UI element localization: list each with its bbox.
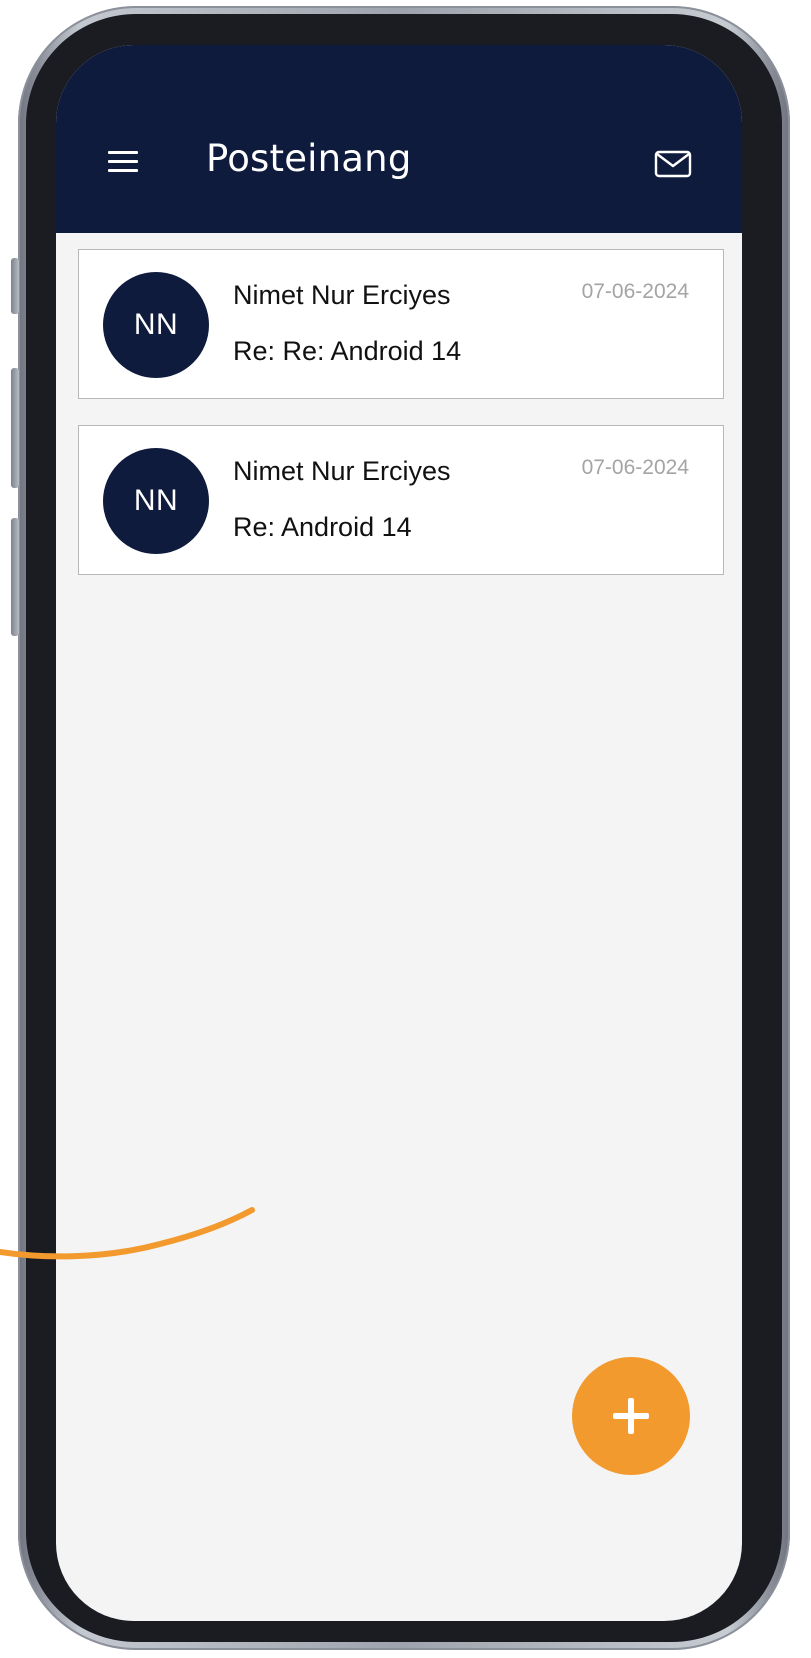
plus-icon bbox=[613, 1398, 649, 1434]
app-bar: Posteinang bbox=[56, 45, 742, 233]
envelope-icon[interactable] bbox=[654, 149, 692, 179]
avatar: NN bbox=[103, 272, 209, 378]
avatar: NN bbox=[103, 448, 209, 554]
message-list-item[interactable]: NN Nimet Nur Erciyes Re: Re: Android 14 … bbox=[78, 249, 724, 399]
volume-down-button bbox=[11, 368, 19, 488]
phone-screen: Posteinang NN Nimet Nur Erciyes Re: Re: … bbox=[56, 45, 742, 1621]
message-subject: Re: Re: Android 14 bbox=[233, 336, 462, 366]
power-button bbox=[11, 518, 19, 636]
compose-fab-button[interactable] bbox=[572, 1357, 690, 1475]
hamburger-menu-icon[interactable] bbox=[106, 149, 140, 175]
page-title: Posteinang bbox=[206, 137, 412, 180]
message-sender: Nimet Nur Erciyes bbox=[233, 456, 451, 486]
message-list-item[interactable]: NN Nimet Nur Erciyes Re: Android 14 07-0… bbox=[78, 425, 724, 575]
message-subject: Re: Android 14 bbox=[233, 512, 412, 542]
stage: Posteinang NN Nimet Nur Erciyes Re: Re: … bbox=[0, 0, 811, 1658]
message-date: 07-06-2024 bbox=[581, 280, 689, 303]
volume-up-button bbox=[11, 258, 19, 314]
message-sender: Nimet Nur Erciyes bbox=[233, 280, 451, 310]
message-date: 07-06-2024 bbox=[581, 456, 689, 479]
message-list: NN Nimet Nur Erciyes Re: Re: Android 14 … bbox=[78, 249, 726, 601]
